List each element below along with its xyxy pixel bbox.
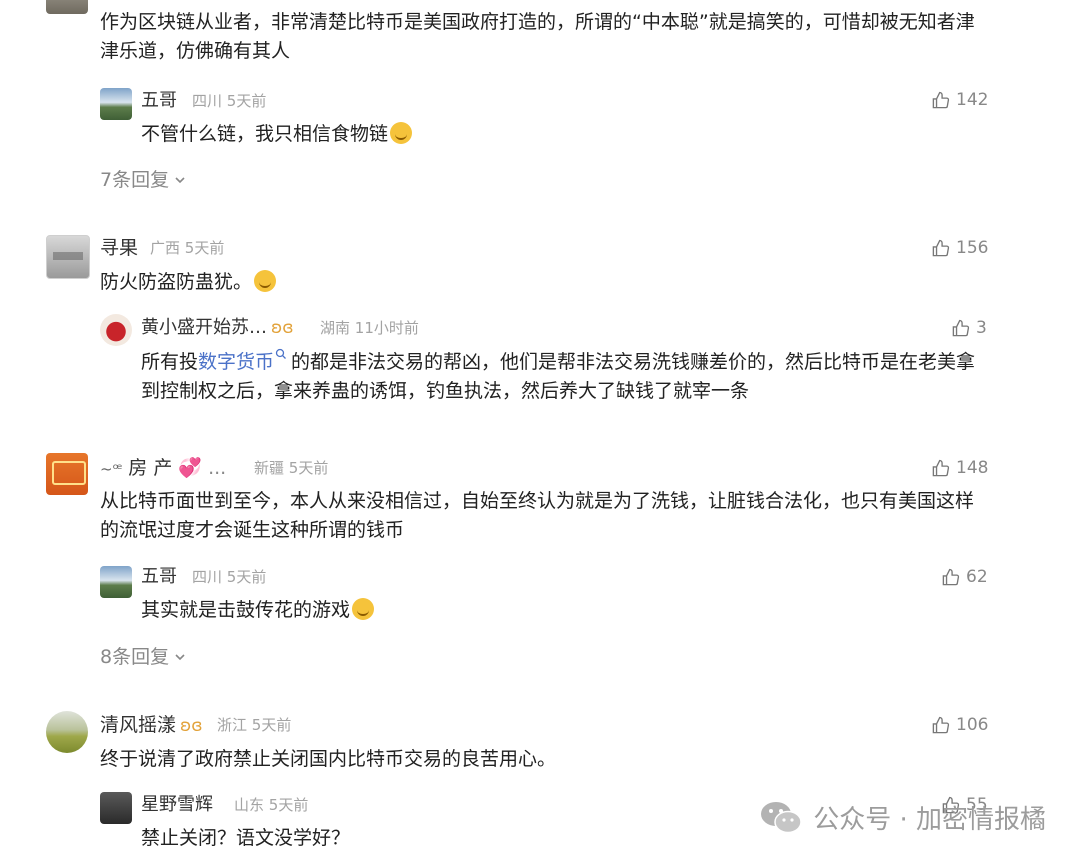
topic-link[interactable]: 数字货币: [198, 351, 274, 373]
watermark-text: 公众号 · 加密情报橘: [813, 805, 1046, 835]
avatar[interactable]: [46, 711, 88, 753]
location: 广西: [150, 239, 181, 257]
like-button[interactable]: 156: [931, 235, 988, 261]
comment-author[interactable]: ~ꟹ 房 产 💞 ...: [100, 455, 226, 482]
like-button[interactable]: 148: [931, 455, 988, 481]
like-button[interactable]: 142: [931, 87, 988, 113]
like-count: 156: [956, 238, 989, 258]
comment-author[interactable]: 寻果: [100, 235, 138, 261]
reply-author[interactable]: 五哥: [141, 564, 177, 590]
avatar[interactable]: [100, 566, 132, 598]
timestamp: 5天前: [268, 796, 309, 814]
avatar[interactable]: [46, 453, 88, 495]
reply-text: 其实就是击鼓传花的游戏: [141, 596, 375, 625]
thumbs-up-icon: [952, 319, 970, 336]
vip-badge-icon: ʚɞ: [271, 318, 294, 338]
comment-meta: 新疆 5天前: [254, 455, 328, 481]
decor-swirl-icon: ~ꟹ: [100, 460, 123, 478]
search-icon[interactable]: [275, 348, 287, 360]
expand-replies-button[interactable]: 7条回复: [100, 167, 187, 193]
chevron-down-icon: [175, 177, 185, 184]
reply-text: 所有投数字货币 的都是非法交易的帮凶，他们是帮非法交易洗钱赚差价的，然后比特币是在…: [141, 348, 991, 406]
reply-meta: 山东 5天前: [234, 792, 308, 818]
location: 浙江: [217, 716, 248, 734]
like-count: 142: [956, 90, 989, 110]
reply-meta: 四川 5天前: [192, 564, 266, 590]
wechat-icon: [761, 801, 802, 833]
reply-text: 禁止关闭？语文没学好？: [141, 827, 351, 849]
avatar[interactable]: [100, 314, 132, 346]
timestamp: 5天前: [251, 716, 292, 734]
laugh-emoji-icon: [352, 598, 375, 620]
reply-text: 不管什么链，我只相信食物链: [141, 120, 413, 149]
expand-replies-button[interactable]: 8条回复: [100, 644, 187, 670]
avatar[interactable]: [100, 88, 132, 120]
reply-meta: 四川 5天前: [192, 88, 266, 114]
reply-author[interactable]: 五哥: [141, 88, 177, 114]
like-count: 62: [966, 567, 988, 587]
avatar[interactable]: [46, 235, 90, 279]
location: 新疆: [254, 459, 285, 477]
thumbs-up-icon: [942, 568, 960, 585]
comment-text: 作为区块链从业者，非常清楚比特币是美国政府打造的，所谓的“中本聪”就是搞笑的，可…: [100, 11, 975, 62]
laugh-emoji-icon: [254, 270, 277, 292]
laugh-emoji-icon: [390, 122, 413, 144]
timestamp: 5天前: [226, 92, 267, 110]
avatar[interactable]: [100, 792, 132, 824]
like-button[interactable]: 3: [951, 315, 987, 341]
thumbs-up-icon: [932, 716, 950, 733]
reply-author[interactable]: 黄小盛开始苏… ʚɞ: [141, 315, 294, 341]
watermark: 公众号 · 加密情报橘: [759, 799, 1046, 836]
heart-emoji-icon: 💞: [178, 457, 203, 479]
like-count: 106: [956, 715, 989, 735]
timestamp: 5天前: [226, 568, 267, 586]
like-count: 148: [956, 458, 989, 478]
like-count: 3: [976, 318, 987, 338]
thumbs-up-icon: [932, 459, 950, 476]
comment-meta: 广西 5天前: [150, 235, 224, 261]
location: 四川: [192, 92, 223, 110]
timestamp: 5天前: [184, 239, 225, 257]
location: 四川: [192, 568, 223, 586]
vip-badge-icon: ʚɞ: [180, 716, 203, 736]
timestamp: 5天前: [288, 459, 329, 477]
comment-meta: 浙江 5天前: [217, 712, 291, 738]
comment-text: 从比特币面世到至今，本人从来没相信过，自始至终认为就是为了洗钱，让脏钱合法化，也…: [100, 490, 975, 541]
reply-text-content: 不管什么链，我只相信食物链: [141, 123, 389, 145]
comment-text: 防火防盗防蛊犹。: [100, 268, 277, 297]
timestamp: 11小时前: [354, 319, 419, 337]
expand-replies-label: 8条回复: [100, 646, 170, 668]
like-button[interactable]: 106: [931, 712, 988, 738]
reply-meta: 湖南 11小时前: [320, 315, 419, 341]
thumbs-up-icon: [932, 239, 950, 256]
like-button[interactable]: 62: [941, 564, 988, 590]
comment-text-content: 防火防盗防蛊犹。: [100, 271, 253, 293]
location: 湖南: [320, 319, 351, 337]
avatar[interactable]: [46, 0, 88, 14]
expand-replies-label: 7条回复: [100, 169, 170, 191]
location: 山东: [234, 796, 265, 814]
thumbs-up-icon: [932, 91, 950, 108]
comment-author[interactable]: 清风摇漾 ʚɞ: [100, 712, 203, 739]
comment-text: 终于说清了政府禁止关闭国内比特币交易的良苦用心。: [100, 748, 557, 770]
reply-author[interactable]: 星野雪辉: [141, 792, 213, 818]
chevron-down-icon: [175, 654, 185, 661]
